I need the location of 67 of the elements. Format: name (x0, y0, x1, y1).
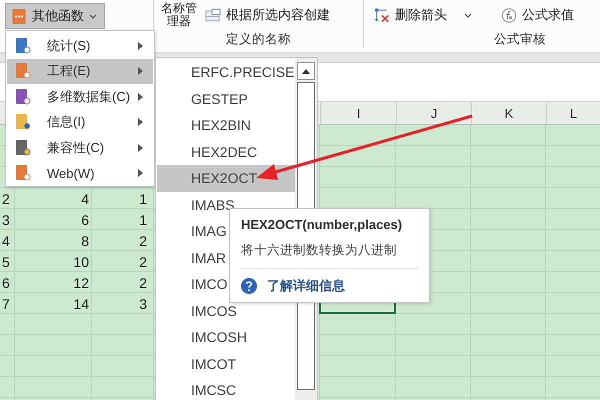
table-cell: 4 (2, 232, 10, 248)
remove-arrows-button[interactable]: 删除箭头 (374, 3, 447, 27)
function-icon (501, 6, 517, 24)
caret-icon (464, 12, 472, 18)
menu-item[interactable]: 兼容性(C) (7, 135, 153, 160)
category-icon (15, 36, 31, 55)
category-icon (15, 62, 31, 80)
menu-item[interactable]: 多维数据集(C) (7, 84, 153, 110)
category-icon (15, 88, 31, 106)
column-header[interactable]: I (320, 102, 396, 124)
table-cell: 3 (139, 296, 147, 312)
learn-more-link[interactable]: 了解详细信息 (267, 277, 345, 295)
caret-icon (89, 14, 97, 18)
table-cell: 2 (2, 190, 10, 206)
submenu-arrow-icon (138, 144, 143, 152)
column-header[interactable]: J (396, 102, 471, 124)
book-icon (11, 8, 27, 24)
table-cell: 1 (139, 212, 147, 228)
trace-arrows-icon (374, 6, 390, 24)
menu-item[interactable]: IMCSC (157, 377, 295, 400)
column-header[interactable]: L (546, 102, 600, 124)
table-cell: 6 (2, 274, 10, 290)
submenu-arrow-icon (138, 42, 143, 50)
column-header[interactable]: K (471, 102, 546, 124)
tooltip-description: 将十六进制数转换为八进制 (241, 242, 419, 269)
menu-item[interactable]: HEX2BIN (157, 112, 295, 138)
category-icon (15, 113, 31, 132)
table-cell: 2 (139, 232, 147, 248)
group-label: 定义的名称 (225, 31, 292, 48)
scroll-up-button[interactable] (297, 62, 315, 80)
table-cell: 10 (73, 254, 89, 270)
table-cell: 2 (139, 274, 147, 290)
table-cell: 6 (81, 212, 89, 228)
menu-item[interactable]: IMCOT (157, 350, 295, 377)
menu-item[interactable]: HEX2DEC (157, 138, 295, 165)
submenu-arrow-icon (138, 118, 143, 126)
table-cell: 1 (139, 190, 147, 206)
table-cell: 14 (73, 296, 89, 312)
table-cell: 12 (73, 274, 89, 290)
menu-item[interactable]: IMCOSH (157, 324, 295, 350)
table-icon (205, 6, 221, 24)
submenu-arrow-icon (138, 67, 143, 76)
create-from-selection-button[interactable]: 根据所选内容创建 (205, 3, 330, 27)
menu-item[interactable]: 工程(E) (7, 58, 153, 84)
menu-item[interactable]: Web(W) (7, 160, 153, 186)
category-icon (15, 164, 31, 182)
menu-item[interactable]: HEX2OCT (157, 165, 295, 192)
table-cell: 3 (2, 212, 10, 228)
submenu-arrow-icon (138, 169, 143, 178)
table-cell: 2 (139, 254, 147, 270)
category-icon (15, 138, 31, 157)
menu-item[interactable]: 统计(S) (7, 33, 153, 58)
menu-item[interactable]: 信息(I) (7, 110, 153, 135)
table-cell: 8 (81, 232, 89, 248)
evaluate-formula-button[interactable]: 公式求值 (501, 3, 574, 27)
help-icon (241, 278, 257, 294)
group-label: 公式审核 (493, 31, 547, 48)
tooltip-title: HEX2OCT(number,places) (241, 217, 404, 232)
table-cell: 5 (2, 254, 10, 270)
submenu-arrow-icon (138, 92, 143, 101)
name-manager-button[interactable]: 名称管理器 (159, 2, 199, 28)
menu-item[interactable]: ERFC.PRECISE (157, 59, 295, 86)
table-cell: 4 (81, 190, 89, 206)
table-cell: 7 (2, 296, 10, 312)
more-functions-button[interactable]: 其他函数 (5, 3, 105, 29)
up-arrow-icon (302, 68, 310, 74)
menu-item[interactable]: GESTEP (157, 86, 295, 112)
